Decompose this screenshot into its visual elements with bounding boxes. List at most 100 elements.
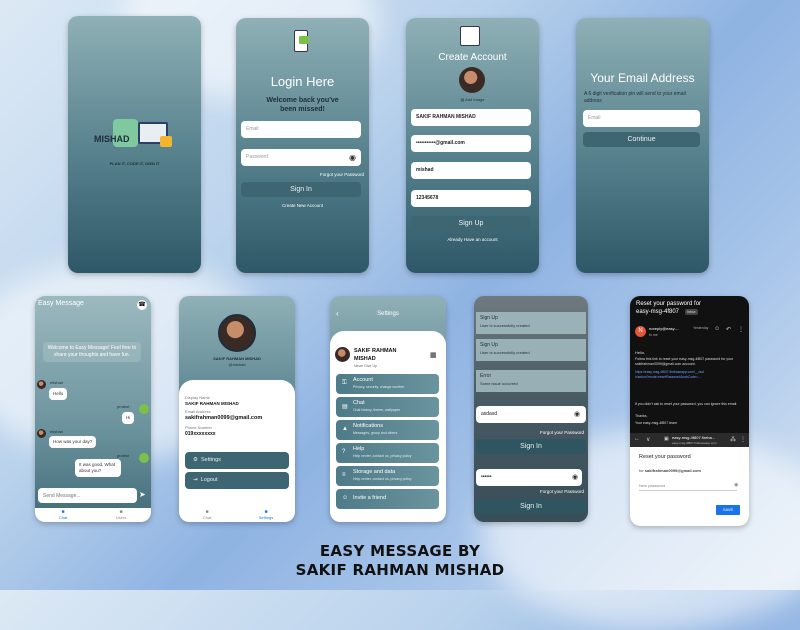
forgot-password-link[interactable]: Forgot your Password bbox=[514, 430, 584, 435]
eye-icon[interactable]: ◉ bbox=[349, 153, 356, 162]
reset-link[interactable]: https://easy-msg-4f807.firebaseapp.com/_… bbox=[635, 370, 705, 379]
email-subject: Reset your password for easy-msg-4f807 bbox=[636, 301, 702, 315]
settings-item-sub: Privacy, security, change number bbox=[353, 385, 405, 389]
reset-sign-in-button[interactable]: Sign In bbox=[476, 439, 586, 454]
eye-off-icon[interactable]: ◉ bbox=[574, 410, 580, 418]
lock-icon: ▣ bbox=[664, 436, 669, 442]
nav-chat[interactable]: ■ Chat bbox=[197, 509, 217, 520]
create-account-title: Create Account bbox=[438, 52, 507, 63]
storage-icon: ≡ bbox=[342, 472, 346, 478]
nav-users[interactable]: ■ Users bbox=[111, 509, 131, 520]
splash-screen: MISHAD PLAN IT, CODE IT, OWN IT bbox=[68, 16, 201, 273]
more-icon[interactable]: ⋮ bbox=[738, 326, 744, 333]
settings-item-label: Notifications bbox=[353, 423, 383, 429]
sender-date: Yesterday bbox=[693, 326, 709, 330]
settings-screen: ‹ Settings SAKIF RAHMAN MISHAD Never Giv… bbox=[330, 296, 446, 522]
eye-icon[interactable]: ◉ bbox=[734, 482, 738, 488]
email-body-ignore: If you didn't ask to reset your password… bbox=[635, 402, 738, 406]
settings-item-help[interactable]: ? Help Help center, contact us, privacy … bbox=[336, 443, 439, 463]
settings-item-account[interactable]: ⚿ Account Privacy, security, change numb… bbox=[336, 374, 439, 394]
share-icon[interactable]: ⁂ bbox=[730, 436, 736, 443]
verify-email-input[interactable]: Email bbox=[583, 110, 700, 127]
reset-page-title: Reset your password bbox=[639, 454, 691, 460]
qr-code-icon[interactable]: ▦ bbox=[430, 351, 437, 359]
forgot-password-link[interactable]: Forgot your Password bbox=[514, 489, 584, 494]
settings-item-label: Help bbox=[353, 446, 365, 452]
settings-item-invite[interactable]: ☺ Invite a friend bbox=[336, 489, 439, 509]
emoji-icon[interactable]: ☺ bbox=[714, 326, 720, 332]
sender-name: protest bbox=[117, 404, 130, 409]
more-icon[interactable]: ⋮ bbox=[740, 436, 746, 443]
toast-title: Sign Up bbox=[480, 315, 498, 321]
add-image-label: Add Image bbox=[465, 97, 485, 102]
add-image-button[interactable]: ▤ Add Image bbox=[446, 97, 499, 102]
email-verify-description: A 6 digit verification pin will send to … bbox=[584, 91, 686, 104]
message-bubble: Hi bbox=[122, 412, 135, 424]
caption-line-1: EASY MESSAGE BY bbox=[319, 542, 481, 560]
nav-settings[interactable]: ■ Settings bbox=[255, 509, 277, 520]
logout-button[interactable]: ⇥ Logout bbox=[185, 472, 289, 489]
expand-icon[interactable]: ∨ bbox=[646, 436, 650, 443]
help-icon: ? bbox=[342, 449, 346, 455]
bottom-nav: ■ Chat ■ Users bbox=[35, 508, 151, 522]
login-password-input[interactable]: Password bbox=[241, 149, 361, 166]
login-illustration bbox=[288, 30, 316, 54]
sender-avatar bbox=[139, 453, 149, 463]
login-title: Login Here bbox=[270, 74, 335, 89]
settings-item-notifications[interactable]: ▲ Notifications Messages, group and othe… bbox=[336, 420, 439, 440]
toast: Error Some issue occurred bbox=[476, 370, 586, 392]
key-icon: ⚿ bbox=[342, 380, 347, 386]
email-input[interactable]: •••••••••••@gmail.com bbox=[411, 135, 531, 152]
create-account-link[interactable]: Create New Account bbox=[236, 203, 369, 208]
already-have-account-link[interactable]: Already Have an account bbox=[406, 237, 539, 242]
logout-icon: ⇥ bbox=[193, 477, 198, 483]
settings-item-storage[interactable]: ≡ Storage and data Help center, contact … bbox=[336, 466, 439, 486]
password-input[interactable]: •••••• bbox=[476, 469, 582, 486]
name-input[interactable]: SAKIF RAHMAN MISHAD bbox=[411, 109, 531, 126]
toast-message: User is successfully created bbox=[480, 350, 530, 355]
reset-sign-in-button[interactable]: Sign In bbox=[476, 499, 586, 514]
login-email-input[interactable]: Email bbox=[241, 121, 361, 138]
back-icon[interactable]: ← bbox=[634, 436, 640, 442]
settings-item-sub: Help center, contact us, privacy policy bbox=[353, 454, 412, 458]
email-hello: Hello, bbox=[635, 350, 646, 355]
login-sign-in-button[interactable]: Sign In bbox=[241, 182, 361, 197]
reset-for-email: sakifrahman0099@gmail.com bbox=[644, 468, 701, 473]
forgot-password-link[interactable]: Forgot your Password bbox=[296, 172, 364, 177]
chat-title: Easy Message bbox=[38, 300, 84, 307]
reply-icon[interactable]: ↶ bbox=[726, 326, 731, 333]
eye-icon[interactable]: ◉ bbox=[572, 473, 578, 481]
sender-avatar: N bbox=[635, 326, 646, 337]
username-input[interactable]: mishad bbox=[411, 162, 531, 179]
reset-field-input[interactable]: asdasd bbox=[476, 406, 586, 423]
reset-flow-screen: Sign Up User is successfully created Sig… bbox=[474, 296, 588, 522]
new-password-input[interactable]: New password bbox=[639, 483, 737, 491]
nav-chat[interactable]: ■ Chat bbox=[53, 509, 73, 520]
padlock-icon bbox=[160, 136, 172, 147]
inbox-tag: Inbox bbox=[685, 309, 698, 315]
password-input[interactable]: 12345678 bbox=[411, 190, 531, 207]
email-body: Follow this link to reset your easy-msg-… bbox=[635, 357, 734, 366]
profile-avatar[interactable] bbox=[459, 67, 485, 93]
save-button[interactable]: SAVE bbox=[716, 505, 740, 515]
sender-avatar bbox=[37, 429, 46, 438]
settings-item-chat[interactable]: ▤ Chat Chat history, theme, wallpaper bbox=[336, 397, 439, 417]
settings-user-status: Never Give Up bbox=[354, 364, 377, 368]
message-input[interactable]: Send Message... bbox=[38, 488, 137, 503]
settings-button[interactable]: ⚙ Settings bbox=[185, 452, 289, 469]
settings-item-sub: Chat history, theme, wallpaper bbox=[353, 408, 401, 412]
send-icon[interactable]: ➤ bbox=[139, 490, 146, 499]
phone-call-icon[interactable]: ☎ bbox=[137, 300, 147, 310]
email-value: sakifrahman0099@gmail.com bbox=[185, 415, 263, 421]
invite-icon: ☺ bbox=[342, 495, 349, 501]
phone-value: 019xxxxxxxx bbox=[185, 431, 216, 437]
create-illustration bbox=[460, 26, 480, 46]
sign-up-button[interactable]: Sign Up bbox=[411, 216, 531, 231]
continue-button[interactable]: Continue bbox=[583, 132, 700, 147]
sender-name: protest bbox=[117, 453, 130, 458]
display-name-label: Display Name bbox=[185, 395, 210, 400]
phone-label: Phone Number bbox=[185, 425, 212, 430]
nav-settings-label: Settings bbox=[258, 515, 274, 520]
reset-for-prefix: for bbox=[639, 468, 644, 473]
nav-users-label: Users bbox=[115, 515, 127, 520]
